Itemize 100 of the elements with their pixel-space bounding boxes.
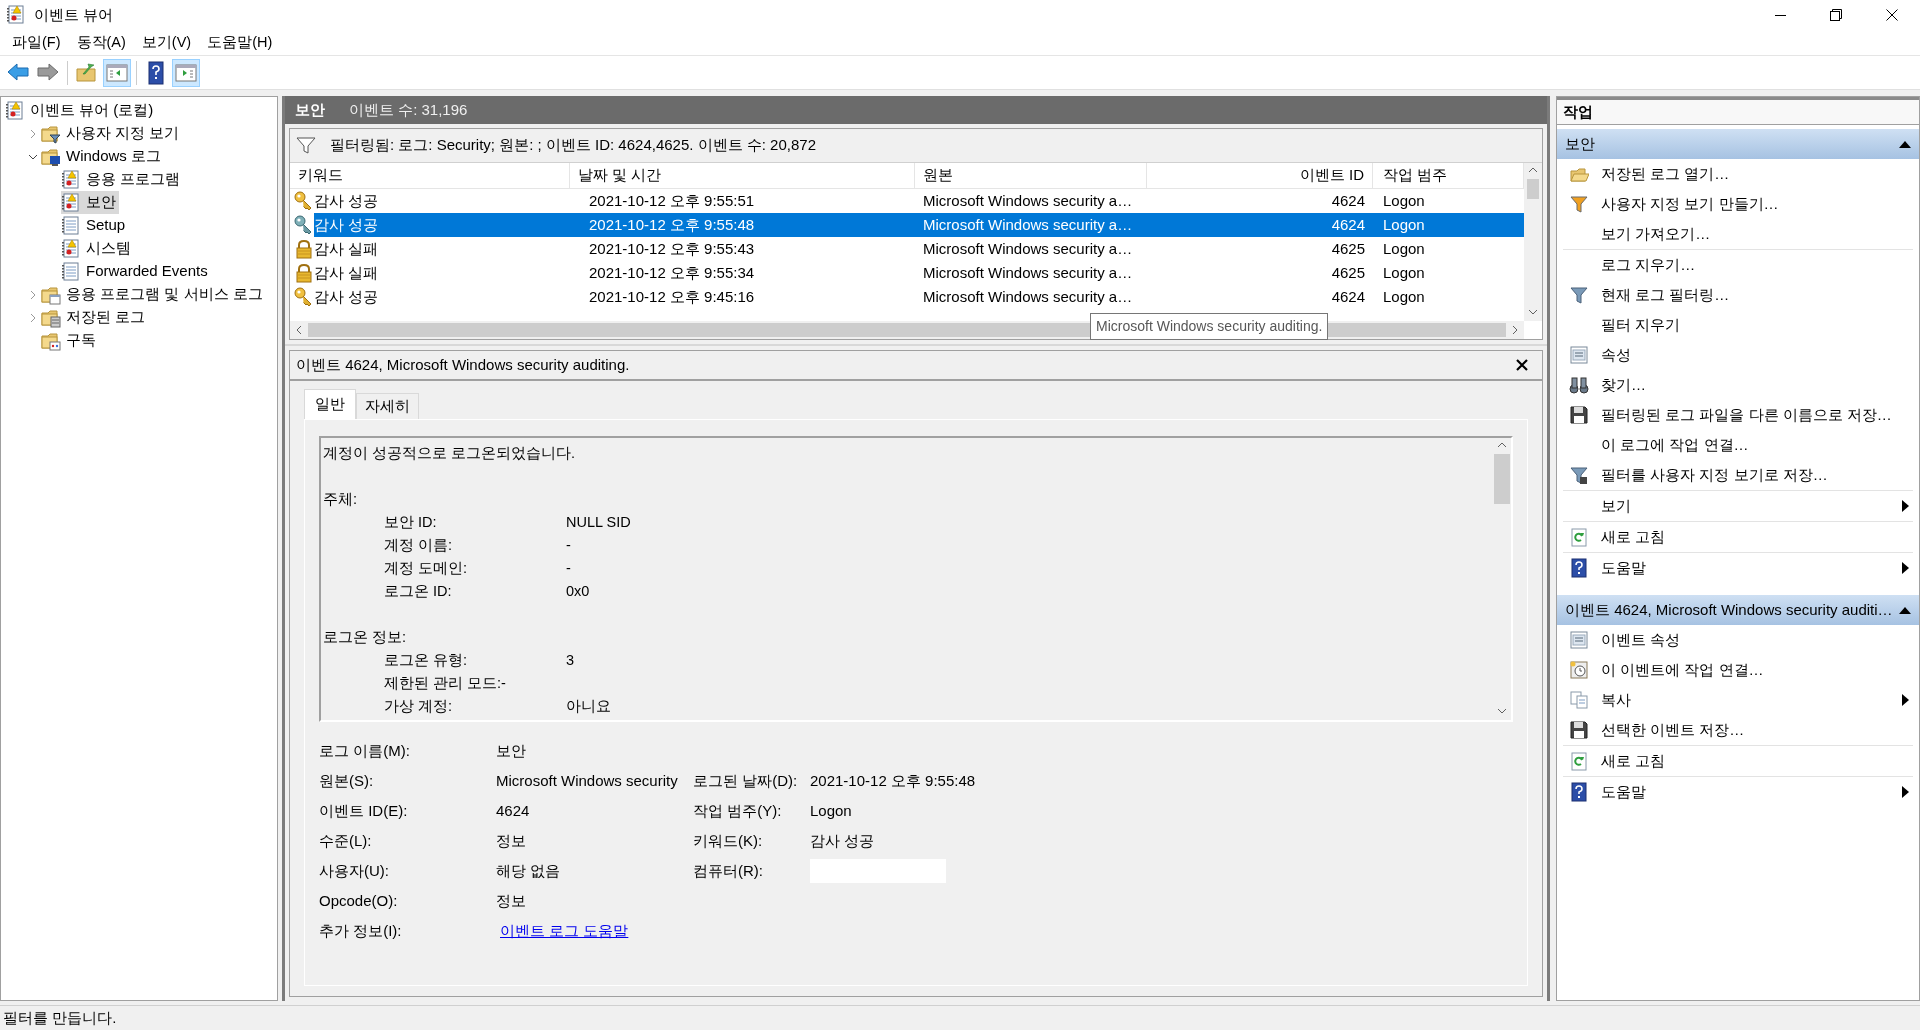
field-value: 보안 [496, 740, 526, 761]
log-icon [61, 169, 81, 190]
table-cell-text: Microsoft Windows security a… [923, 238, 1133, 259]
tree-item[interactable]: 보안 [61, 191, 119, 214]
event-row[interactable]: 감사 성공 2021-10-12 오후 9:45:16 Microsoft Windows security a… 4624 Logon [290, 285, 1524, 309]
field-label: 키워드(K): [693, 830, 764, 851]
table-cell-text: 2021-10-12 오후 9:55:48 [589, 214, 755, 235]
table-cell: 감사 성공 [314, 213, 570, 237]
tree-item[interactable]: 시스템 [61, 237, 134, 260]
table-cell-text: 2021-10-12 오후 9:45:16 [589, 286, 755, 307]
tree-item[interactable]: 이벤트 뷰어 (로컬) [5, 99, 157, 122]
table-cell-text: 4624 [1331, 214, 1365, 235]
tree-item[interactable]: 사용자 지정 보기 [41, 122, 183, 145]
folder-icon [41, 330, 61, 351]
action-item[interactable]: 새로 고침 [1563, 522, 1913, 552]
action-item[interactable]: 필터 지우기 [1563, 310, 1913, 340]
table-cell-text: Logon [1383, 238, 1425, 259]
field-label: Opcode(O): [319, 890, 399, 911]
log-icon [61, 192, 81, 213]
scroll-thumb[interactable] [1527, 179, 1539, 199]
table-cell-text: 2021-10-12 오후 9:55:34 [589, 262, 755, 283]
tree-item[interactable]: 구독 [41, 329, 99, 352]
properties-icon [1569, 630, 1589, 650]
action-item[interactable]: 복사 [1563, 685, 1913, 715]
tree-item[interactable]: 응용 프로그램 및 서비스 로그 [41, 283, 266, 306]
table-cell-text: Microsoft Windows security a… [923, 190, 1133, 211]
expand-icon [28, 312, 38, 323]
table-cell-text: 4624 [1331, 190, 1365, 211]
action-item[interactable]: 이 이벤트에 작업 연결… [1563, 655, 1913, 685]
menu-item[interactable]: 동작(A) [68, 30, 134, 55]
clock-icon [1569, 660, 1589, 680]
table-cell-text: 4625 [1331, 238, 1365, 259]
tree-item[interactable]: 응용 프로그램 [61, 168, 184, 191]
action-item[interactable]: 속성 [1563, 340, 1913, 370]
column-header[interactable]: 원본 [915, 163, 1147, 188]
action-item[interactable]: 보기 가져오기… [1563, 219, 1913, 249]
actions-title: 작업 [1563, 101, 1593, 122]
status-text: 필터를 만듭니다. [3, 1007, 117, 1028]
table-cell-text: 2021-10-12 오후 9:55:43 [589, 238, 755, 259]
close-icon [1516, 359, 1528, 371]
table-cell-text: Microsoft Windows security a… [923, 214, 1133, 235]
action-item[interactable]: 찾기… [1563, 370, 1913, 400]
help-link[interactable]: 이벤트 로그 도움말 [500, 919, 629, 943]
action-item[interactable]: 저장된 로그 열기… [1563, 159, 1913, 189]
vertical-scrollbar[interactable] [1524, 163, 1542, 321]
field-value: Logon [810, 800, 852, 821]
section-title: 보안 [1565, 133, 1595, 154]
app-icon [6, 5, 26, 25]
tree-item[interactable]: Forwarded Events [61, 260, 211, 283]
expand-icon [28, 289, 38, 300]
column-header[interactable]: 날짜 및 시간 [570, 163, 915, 188]
action-item[interactable]: 사용자 지정 보기 만들기… [1563, 189, 1913, 219]
event-row[interactable]: 감사 성공 2021-10-12 오후 9:55:48 Microsoft Windows security a… 4624 Logon [290, 213, 1524, 237]
field-label: 작업 범주(Y): [693, 800, 783, 821]
properties-icon [1569, 345, 1589, 365]
refresh-icon [1569, 527, 1589, 547]
menu-item[interactable]: 도움말(H) [199, 30, 281, 55]
scroll-thumb[interactable] [1494, 454, 1510, 504]
action-item[interactable]: 로그 지우기… [1563, 250, 1913, 280]
table-cell-text: Logon [1383, 262, 1425, 283]
action-item[interactable]: 이벤트 속성 [1563, 625, 1913, 655]
column-header[interactable]: 이벤트 ID [1147, 163, 1373, 188]
event-row[interactable]: 감사 성공 2021-10-12 오후 9:55:51 Microsoft Windows security a… 4624 Logon [290, 189, 1524, 213]
tree-item[interactable]: Windows 로그 [41, 145, 165, 168]
column-header[interactable]: 키워드 [290, 163, 570, 188]
key-icon [294, 191, 314, 211]
section-header[interactable]: 이벤트 4624, Microsoft Windows security auditi… [1557, 595, 1919, 625]
log-icon [61, 261, 81, 282]
field-value: 4624 [496, 800, 530, 821]
copy-icon [1569, 690, 1589, 710]
tree-item[interactable]: Setup [61, 214, 129, 237]
lock-icon [294, 239, 314, 259]
action-item[interactable]: 필터링된 로그 파일을 다른 이름으로 저장… [1563, 400, 1913, 430]
tooltip: Microsoft Windows security auditing. [1090, 313, 1329, 340]
tab[interactable]: 자세히 [356, 393, 419, 419]
section-header[interactable]: 보안 [1557, 129, 1919, 159]
help-icon [1569, 558, 1589, 578]
table-cell-text: Microsoft Windows security a… [923, 262, 1133, 283]
field-label: 수준(L): [319, 830, 373, 851]
menu-item[interactable]: 파일(F) [4, 30, 69, 55]
tree-item[interactable]: 저장된 로그 [41, 306, 149, 329]
action-item[interactable]: 필터를 사용자 지정 보기로 저장… [1563, 460, 1913, 490]
tab[interactable]: 일반 [304, 389, 356, 419]
action-item[interactable]: 선택한 이벤트 저장… [1563, 715, 1913, 745]
menu-item[interactable]: 보기(V) [133, 30, 200, 55]
window-title: 이벤트 뷰어 [34, 4, 114, 25]
folder-icon [41, 284, 61, 305]
scroll-right-icon [1510, 325, 1520, 335]
event-row[interactable]: 감사 실패 2021-10-12 오후 9:55:34 Microsoft Windows security a… 4625 Logon [290, 261, 1524, 285]
event-row[interactable]: 감사 실패 2021-10-12 오후 9:55:43 Microsoft Windows security a… 4625 Logon [290, 237, 1524, 261]
action-item[interactable]: 현재 로그 필터링… [1563, 280, 1913, 310]
close-button[interactable] [1516, 359, 1528, 371]
action-item[interactable]: 새로 고침 [1563, 746, 1913, 776]
action-item[interactable]: 도움말 [1563, 777, 1913, 807]
field-label: 사용자(U): [319, 860, 390, 881]
binoculars-icon [1569, 375, 1589, 395]
action-item[interactable]: 보기 [1563, 491, 1913, 521]
action-item[interactable]: 이 로그에 작업 연결… [1563, 430, 1913, 460]
action-item[interactable]: 도움말 [1563, 553, 1913, 583]
table-cell-text: Logon [1383, 190, 1425, 211]
